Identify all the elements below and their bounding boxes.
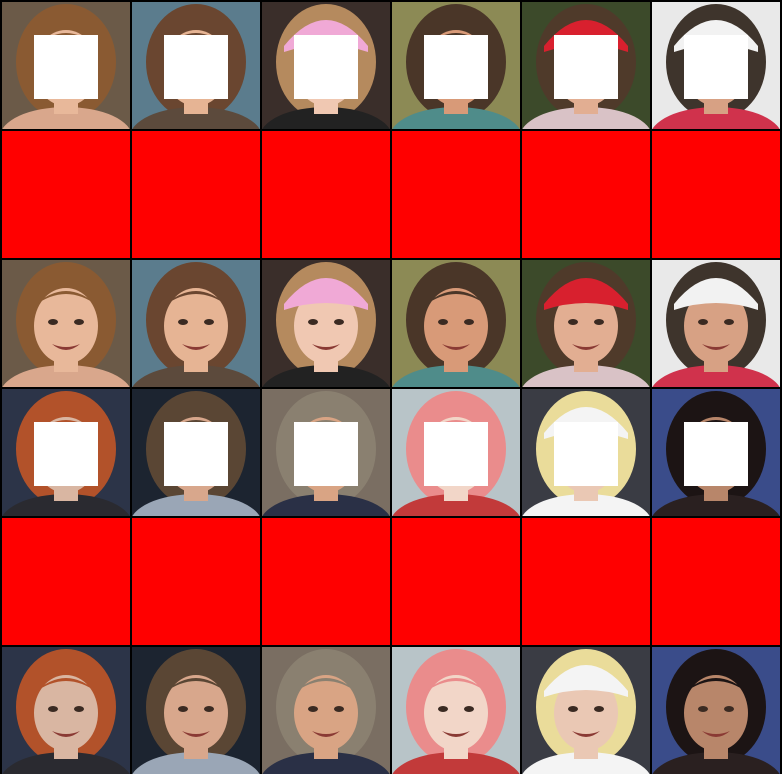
white-mask-square [34, 422, 98, 486]
masked-face-tile [522, 389, 650, 516]
masked-face-tile [522, 2, 650, 129]
full-face-tile [652, 260, 780, 387]
red-placeholder-tile [522, 518, 650, 645]
white-mask-square [554, 422, 618, 486]
white-mask-square [164, 422, 228, 486]
full-face-tile [132, 260, 260, 387]
face-photo-girl-curly-hair [2, 260, 130, 387]
white-mask-square [554, 35, 618, 99]
face-photo-child-pink-hat [262, 260, 390, 387]
red-placeholder-tile [132, 131, 260, 258]
red-placeholder-tile [262, 518, 390, 645]
red-placeholder-tile [2, 131, 130, 258]
masked-face-tile [262, 389, 390, 516]
face-photo-woman-sunglasses [262, 647, 390, 774]
face-photo-woman-red-cap [522, 260, 650, 387]
red-placeholder-tile [262, 131, 390, 258]
red-placeholder-tile [2, 518, 130, 645]
white-mask-square [34, 35, 98, 99]
face-grid [0, 0, 782, 774]
masked-face-tile [2, 2, 130, 129]
white-mask-square [424, 35, 488, 99]
full-face-tile [652, 647, 780, 774]
face-photo-boy-red-hair [2, 647, 130, 774]
red-placeholder-tile [652, 518, 780, 645]
full-face-tile [132, 647, 260, 774]
full-face-tile [392, 647, 520, 774]
white-mask-square [294, 35, 358, 99]
white-mask-square [684, 35, 748, 99]
full-face-tile [522, 647, 650, 774]
face-photo-man-white-cap [652, 260, 780, 387]
white-mask-square [684, 422, 748, 486]
masked-face-tile [652, 2, 780, 129]
masked-face-tile [392, 2, 520, 129]
masked-face-tile [392, 389, 520, 516]
masked-face-tile [132, 389, 260, 516]
white-mask-square [164, 35, 228, 99]
red-placeholder-tile [652, 131, 780, 258]
full-face-tile [2, 647, 130, 774]
face-photo-white-hood-blonde [522, 647, 650, 774]
masked-face-tile [652, 389, 780, 516]
red-placeholder-tile [392, 131, 520, 258]
masked-face-tile [262, 2, 390, 129]
red-placeholder-tile [522, 131, 650, 258]
face-photo-woman-smiling [132, 260, 260, 387]
face-photo-woman-dark-hair-flag [652, 647, 780, 774]
face-photo-cosplay-pink-hair [392, 647, 520, 774]
white-mask-square [294, 422, 358, 486]
masked-face-tile [2, 389, 130, 516]
masked-face-tile [132, 2, 260, 129]
full-face-tile [262, 647, 390, 774]
full-face-tile [392, 260, 520, 387]
red-placeholder-tile [132, 518, 260, 645]
full-face-tile [2, 260, 130, 387]
full-face-tile [522, 260, 650, 387]
face-photo-man-with-child [132, 647, 260, 774]
face-photo-man-smiling-lighthouse [392, 260, 520, 387]
white-mask-square [424, 422, 488, 486]
red-placeholder-tile [392, 518, 520, 645]
full-face-tile [262, 260, 390, 387]
